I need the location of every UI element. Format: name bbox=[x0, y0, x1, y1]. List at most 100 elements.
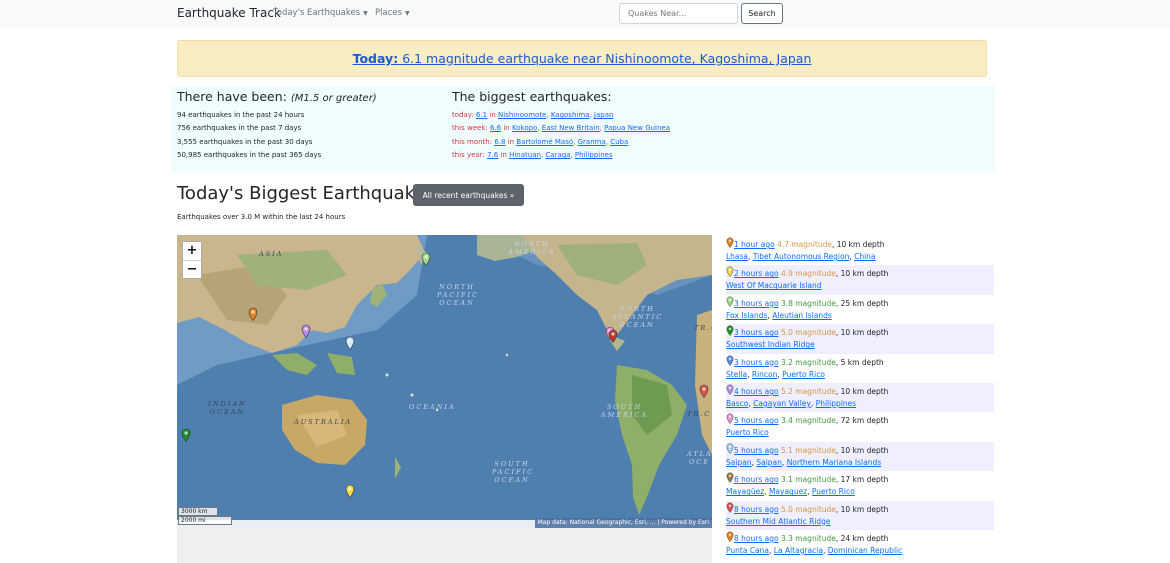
biggest-mag-link[interactable]: 6.8 bbox=[494, 138, 505, 146]
quake-place-link[interactable]: Dominican Republic bbox=[828, 546, 903, 555]
quake-place-link[interactable]: Tibet Autonomous Region bbox=[753, 252, 850, 261]
biggest-in: in bbox=[503, 124, 510, 133]
zoom-in-button[interactable]: + bbox=[183, 242, 201, 260]
quake-place-link[interactable]: Mayaguez bbox=[769, 487, 807, 496]
quake-location: West Of Macquarie Island bbox=[726, 280, 994, 292]
biggest-place-link[interactable]: Papua New Guinea bbox=[604, 124, 670, 132]
quake-location: Stella, Rincon, Puerto Rico bbox=[726, 369, 825, 379]
menu-places[interactable]: Places ▼ bbox=[375, 8, 410, 18]
brand-link[interactable]: Earthquake Track bbox=[177, 6, 281, 20]
quake-place-link[interactable]: La Altagracia bbox=[774, 546, 823, 555]
map-pin-icon[interactable] bbox=[181, 427, 191, 443]
map-pin-icon bbox=[726, 413, 734, 425]
quake-place-link[interactable]: Aleutian Islands bbox=[772, 311, 832, 320]
label-north-pacific-text: NORTH PACIFIC OCEAN bbox=[437, 283, 480, 307]
biggest-place-link[interactable]: Kagoshima bbox=[551, 111, 590, 119]
quake-place-link[interactable]: Puerto Rico bbox=[726, 428, 769, 437]
list-item: 6 hours ago 3.1 magnitude, 17 km depth Ma… bbox=[726, 471, 994, 500]
biggest-place-link[interactable]: East New Britain bbox=[542, 124, 600, 132]
quake-magnitude: 3.3 magnitude bbox=[780, 533, 836, 543]
search-input[interactable] bbox=[619, 3, 738, 24]
map-pin-icon[interactable] bbox=[301, 323, 311, 339]
label-south-america: SOUTH AMERICA bbox=[597, 403, 652, 419]
quake-time-link[interactable]: 5 hours ago bbox=[734, 446, 779, 455]
menu-todays-earthquakes[interactable]: Today's Earthquakes ▼ bbox=[273, 8, 368, 18]
biggest-row: today: 6.1 in Nishinoomote, Kagoshima, J… bbox=[452, 111, 614, 119]
quake-time-link[interactable]: 4 hours ago bbox=[734, 387, 779, 396]
biggest-place-link[interactable]: Cuba bbox=[610, 138, 628, 146]
quake-place-link[interactable]: China bbox=[854, 252, 875, 261]
quake-place-link[interactable]: Saipan bbox=[726, 458, 752, 467]
quake-place-link[interactable]: West Of Macquarie Island bbox=[726, 281, 822, 290]
chevron-down-icon: ▼ bbox=[363, 10, 368, 17]
map-pin-icon[interactable] bbox=[699, 383, 709, 399]
biggest-period: this week: bbox=[452, 124, 488, 133]
quake-place-link[interactable]: Rincon bbox=[752, 370, 778, 379]
biggest-place-link[interactable]: Philippines bbox=[575, 151, 613, 159]
quake-time-link[interactable]: 6 hours ago bbox=[734, 475, 779, 484]
all-recent-button[interactable]: All recent earthquakes » bbox=[413, 184, 524, 206]
biggest-mag-link[interactable]: 7.6 bbox=[487, 151, 498, 159]
biggest-place-link[interactable]: Japan bbox=[594, 111, 614, 119]
search-button[interactable]: Search bbox=[741, 3, 783, 24]
quake-place-link[interactable]: Puerto Rico bbox=[782, 370, 825, 379]
quake-place-link[interactable]: Saipan bbox=[756, 458, 782, 467]
stats-panel: There have been: (M1.5 or greater) 94 ea… bbox=[171, 86, 995, 172]
quake-time-link[interactable]: 1 hour ago bbox=[734, 240, 775, 249]
quake-depth: , 72 km depth bbox=[835, 416, 889, 426]
quake-depth: , 10 km depth bbox=[835, 504, 889, 514]
map-pin-icon[interactable] bbox=[421, 251, 431, 267]
quake-place-link[interactable]: Puerto Rico bbox=[812, 487, 855, 496]
quake-time-link[interactable]: 8 hours ago bbox=[734, 505, 779, 514]
quake-time-link[interactable]: 5 hours ago bbox=[734, 416, 779, 425]
map-pin-icon bbox=[726, 355, 734, 366]
quake-location: Southern Mid Atlantic Ridge bbox=[726, 516, 994, 528]
quake-place-link[interactable]: Southwest Indian Ridge bbox=[726, 340, 815, 349]
quake-place-link[interactable]: Lhasa bbox=[726, 252, 748, 261]
counts-column: There have been: (M1.5 or greater) 94 ea… bbox=[177, 89, 377, 163]
counts-heading-text: There have been: bbox=[177, 89, 287, 104]
label-indian-ocean: INDIAN OCEAN bbox=[205, 400, 250, 416]
biggest-mag-link[interactable]: 6.1 bbox=[476, 111, 487, 119]
label-north-pacific: NORTH PACIFIC OCEAN bbox=[437, 283, 477, 307]
quake-place-link[interactable]: Southern Mid Atlantic Ridge bbox=[726, 517, 831, 526]
quake-time-link[interactable]: 3 hours ago bbox=[734, 299, 779, 308]
map-pin-icon[interactable] bbox=[345, 335, 355, 351]
quake-time-link[interactable]: 8 hours ago bbox=[734, 534, 779, 543]
quake-place-link[interactable]: Philippines bbox=[816, 399, 856, 408]
quake-place-link[interactable]: Stella bbox=[726, 370, 747, 379]
biggest-place-link[interactable]: Bartolomé Masó bbox=[516, 138, 573, 146]
map-pin-icon bbox=[726, 266, 734, 278]
quake-time-link[interactable]: 2 hours ago bbox=[734, 269, 779, 278]
biggest-place-link[interactable]: Granma bbox=[578, 138, 606, 146]
quake-place-link[interactable]: Cagayan Valley bbox=[753, 399, 811, 408]
map-pin-icon[interactable] bbox=[608, 328, 618, 344]
quake-place-link[interactable]: Basco bbox=[726, 399, 748, 408]
map-pin-icon[interactable] bbox=[248, 306, 258, 322]
count-24h: 94 earthquakes in the past 24 hours bbox=[177, 111, 305, 119]
quake-time-link[interactable]: 3 hours ago bbox=[734, 358, 779, 367]
biggest-in: in bbox=[489, 111, 496, 119]
label-north-atlantic-text: NORTH ATLANTIC OCEAN bbox=[612, 305, 664, 329]
quake-time-link[interactable]: 3 hours ago bbox=[734, 328, 779, 337]
map-attribution[interactable]: Map data: National Geographic, Esri, ...… bbox=[534, 518, 712, 528]
menu-todays-earthquakes-label: Today's Earthquakes bbox=[273, 8, 361, 18]
earthquake-map[interactable]: ASIA NORTH AMERICA NORTH PACIFIC OCEAN N… bbox=[177, 235, 712, 528]
biggest-place-link[interactable]: Nishinoomote bbox=[498, 111, 546, 119]
quake-place-link[interactable]: Mayagüez bbox=[726, 487, 764, 496]
quake-place-link[interactable]: Punta Cana bbox=[726, 546, 769, 555]
quake-location: Punta Cana, La Altagracia, Dominican Rep… bbox=[726, 545, 903, 555]
quake-depth: , 25 km depth bbox=[835, 298, 889, 308]
count-30d: 3,555 earthquakes in the past 30 days bbox=[177, 137, 313, 146]
quake-place-link[interactable]: Fox Islands bbox=[726, 311, 767, 320]
zoom-out-button[interactable]: − bbox=[183, 260, 201, 278]
quake-magnitude: 3.4 magnitude bbox=[780, 416, 836, 426]
biggest-mag-link[interactable]: 6.6 bbox=[490, 124, 501, 132]
biggest-place-link[interactable]: Caraga bbox=[545, 151, 570, 159]
today-alert-link[interactable]: Today: 6.1 magnitude earthquake near Nis… bbox=[353, 51, 812, 66]
quake-place-link[interactable]: Northern Mariana Islands bbox=[787, 458, 881, 467]
biggest-place-link[interactable]: Kokopo bbox=[512, 124, 537, 132]
biggest-place-link[interactable]: Hinatuan bbox=[509, 151, 541, 159]
label-south-america-text: SOUTH AMERICA bbox=[600, 403, 649, 419]
map-pin-icon[interactable] bbox=[345, 483, 355, 499]
